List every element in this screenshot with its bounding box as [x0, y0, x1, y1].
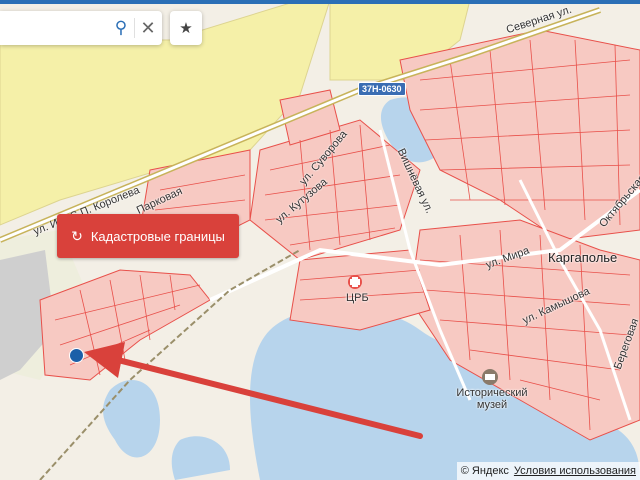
- cadastral-borders-button[interactable]: ↻ Кадастровые границы: [57, 214, 239, 258]
- refresh-icon: ↻: [71, 227, 83, 244]
- museum-icon: [482, 369, 498, 385]
- star-icon: ★: [179, 20, 193, 37]
- favorites-button[interactable]: ★: [170, 11, 202, 45]
- city-label: Каргаполье: [548, 250, 618, 265]
- search-icon[interactable]: ⚲: [108, 13, 134, 43]
- cadastral-borders-label: Кадастровые границы: [90, 228, 225, 244]
- close-icon[interactable]: ✕: [135, 13, 161, 43]
- top-bar: [0, 0, 640, 4]
- search-box[interactable]: ⚲ ✕: [0, 11, 162, 45]
- road-number-badge: 37Н-0630: [358, 82, 406, 96]
- search-input[interactable]: [8, 19, 108, 37]
- attribution-brand: © Яндекс: [460, 465, 509, 477]
- terms-link[interactable]: Условия использования: [514, 465, 636, 477]
- museum-label: Исторический музей: [456, 387, 528, 411]
- hospital-icon: [348, 275, 362, 289]
- map-attribution: © Яндекс Условия использования: [456, 462, 640, 480]
- hospital-label: ЦРБ: [346, 292, 369, 304]
- location-marker[interactable]: [69, 348, 84, 363]
